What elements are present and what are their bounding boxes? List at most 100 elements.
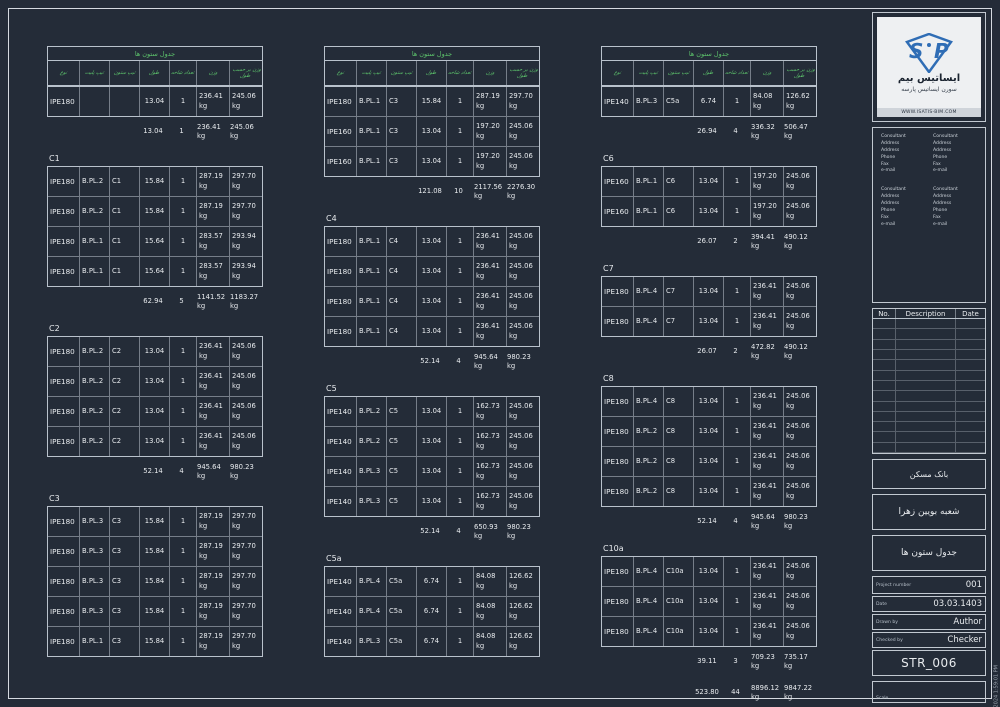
column-header-label: تیپ پلیت: [84, 70, 105, 76]
checked-by-value: Checker: [947, 635, 982, 645]
rows-grid: IPE180 13.04 1 236.41 kg 245.06 kg: [47, 86, 263, 117]
summary-cell: 9847.22 kg: [784, 683, 813, 701]
summary-cell: 336.32 kg: [751, 122, 775, 140]
table-cell: C5a: [663, 87, 693, 116]
table-cell: 13.04: [693, 277, 723, 306]
table-cell: B.PL.1: [79, 626, 109, 656]
summary-cell: [601, 678, 632, 707]
table-cell: 13.04: [416, 486, 446, 516]
table-cell: 1: [169, 337, 196, 366]
revision-cell: [873, 412, 895, 421]
summary-cell: 2: [733, 237, 738, 246]
summary-cell: [632, 507, 662, 537]
summary-cell: 490.12 kg: [784, 342, 808, 360]
summary-cell: 1183.27 kg: [230, 292, 259, 310]
revision-row: [873, 391, 985, 402]
table-cell: IPE180: [327, 96, 352, 106]
table-cell: IPE140: [325, 626, 356, 656]
summary-cell: [632, 647, 662, 677]
table-cell: IPE180: [48, 396, 79, 426]
table-cell: B.PL.3: [356, 456, 386, 486]
table-cell: 236.41 kg: [473, 316, 506, 346]
revision-cell: [895, 422, 955, 432]
scale-label: Scale: [876, 696, 889, 701]
summary-cell: 4: [179, 467, 184, 476]
row-group: C6 IPE160 B.PL.1 C6 13.04 1 197.20 kg 245.06 kg…: [601, 154, 817, 257]
table-cell: B.PL.4: [633, 387, 663, 416]
table-cell: B.PL.2: [79, 396, 109, 426]
table-cell: 283.57 kg: [196, 226, 229, 256]
table-cell: 1: [723, 557, 750, 586]
revision-row: [873, 380, 985, 392]
table-cell: IPE140: [325, 486, 356, 516]
table-cell: 297.70 kg: [229, 596, 262, 626]
title-block: S P ایساتیس بیم سورن ایساتیس پارسه WWW.I…: [872, 12, 986, 703]
revision-cell: [873, 381, 895, 390]
rows-grid: IPE180 B.PL.2 C2 13.04 1 236.41 kg 245.06 kg IP…: [47, 336, 263, 457]
table-cell: B.PL.1: [633, 196, 663, 226]
summary-cell: [632, 117, 662, 147]
summary-cell: 980.23 kg: [784, 512, 808, 530]
table-cell: 236.41 kg: [750, 387, 783, 416]
column-header: تعداد شاخه: [723, 61, 750, 85]
table-cell: 13.04: [139, 426, 169, 456]
column-header: تیپ پلیت: [633, 61, 663, 85]
column-header-label: تعداد شاخه: [724, 70, 750, 76]
table-cell: 84.08 kg: [473, 567, 506, 596]
table-cell: IPE180: [325, 256, 356, 286]
summary-cell: 945.64 kg: [197, 462, 221, 480]
rows-grid: IPE140 B.PL.4 C5a 6.74 1 84.08 kg 126.62 kg IPE…: [324, 566, 540, 657]
revision-row: [873, 401, 985, 412]
logo-box: S P ایساتیس بیم سورن ایساتیس پارسه WWW.I…: [872, 12, 986, 122]
revision-cell: [955, 319, 985, 329]
column-header-label: تیپ ستون: [112, 70, 137, 76]
revision-cell: [895, 380, 955, 391]
table-cell: 1: [723, 387, 750, 416]
table-cell: 1: [169, 87, 196, 116]
revision-cell: [873, 319, 895, 328]
rows-grid: IPE140 B.PL.3 C5a 6.74 1 84.08 kg 126.62 kg: [601, 86, 817, 117]
table-cell: 162.73 kg: [473, 397, 506, 426]
table-cell: C3: [386, 116, 416, 146]
column-header-label: تیپ ستون: [389, 70, 414, 76]
table-cell: IPE180: [602, 476, 633, 506]
table-cell: IPE180: [604, 566, 629, 576]
column-header-label: تیپ پلیت: [361, 70, 382, 76]
consultants-grid: Consultant Address Address Phone Fax e-mail Co…: [877, 134, 981, 229]
column-header-label: وزن: [484, 70, 496, 76]
summary-cell: [355, 517, 385, 547]
row-group: C1 IPE180 B.PL.2 C1 15.84 1 287.19 kg 297.70 kg…: [47, 154, 263, 317]
consultant-line: Fax: [881, 214, 889, 220]
revision-cell: [955, 422, 985, 432]
table-cell: 1: [446, 227, 473, 256]
summary-cell: [662, 507, 692, 537]
column-header: وزن بر حسب طول: [783, 61, 816, 85]
revision-cell: [955, 432, 985, 442]
summary-cell: [78, 287, 108, 317]
table-cell: B.PL.4: [356, 596, 386, 626]
revision-row: [873, 442, 985, 453]
revision-row: [873, 329, 985, 340]
revision-cell: [895, 319, 955, 329]
table-cell: B.PL.4: [633, 306, 663, 336]
summary-cell: [47, 287, 78, 317]
revision-cell: [955, 339, 985, 350]
table-cell: 1: [446, 456, 473, 486]
table-cell: 13.04: [693, 586, 723, 616]
consultant-line: e-mail: [881, 168, 896, 174]
rows-grid: IPE180 B.PL.4 C8 13.04 1 236.41 kg 245.06 kg IP…: [601, 386, 817, 507]
table-cell: 126.62 kg: [506, 626, 539, 656]
table-cell: C2: [109, 396, 139, 426]
table-cell: 245.06 kg: [506, 286, 539, 316]
summary-cell: 2117.56 kg: [474, 182, 503, 200]
table-cell: 15.84: [139, 196, 169, 226]
group-label: C4: [326, 214, 337, 223]
table-cell: C4: [386, 316, 416, 346]
rows-grid: IPE180 B.PL.1 C3 15.84 1 287.19 kg 297.70 kg IP…: [324, 86, 540, 177]
revision-row: [873, 411, 985, 423]
summary-cell: [601, 647, 632, 677]
revision-cell: [873, 329, 895, 338]
table-cell: C5: [386, 456, 416, 486]
group-label: C5a: [326, 554, 342, 563]
table-cell: B.PL.3: [79, 596, 109, 626]
